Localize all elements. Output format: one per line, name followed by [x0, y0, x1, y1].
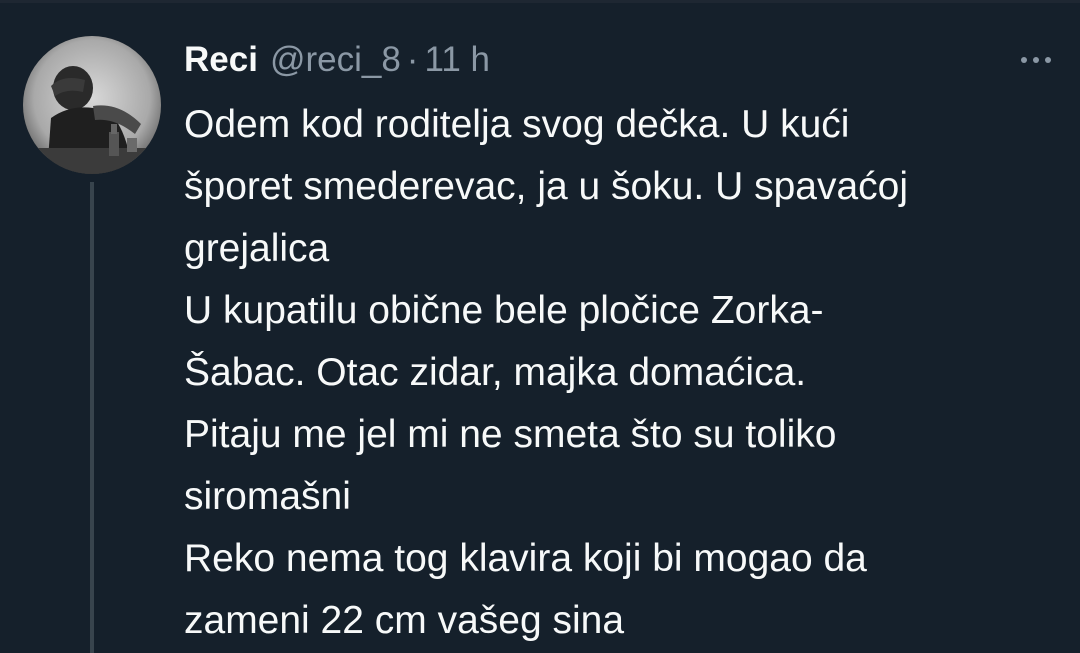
tweet-header: Reci @reci_8 · 11 h [184, 36, 490, 84]
tweet-screen: Reci @reci_8 · 11 h Odem kod roditelja s… [0, 0, 1080, 653]
avatar-photo [23, 36, 161, 174]
avatar[interactable] [23, 36, 161, 174]
tweet-text-line: Odem kod roditelja svog dečka. U kući [184, 103, 850, 146]
display-name[interactable]: Reci [184, 40, 258, 80]
tweet-text-line: Pitaju me jel mi ne smeta što su toliko [184, 413, 837, 456]
tweet-text-line: Šabac. Otac zidar, majka domaćica. [184, 351, 807, 394]
more-horizontal-icon [1021, 57, 1051, 63]
top-divider [0, 0, 1080, 3]
tweet-text: Odem kod roditelja svog dečka. U kući šp… [184, 94, 1064, 652]
thread-line [90, 182, 94, 653]
separator-dot: · [406, 40, 419, 79]
tweet-timestamp[interactable]: 11 h [424, 40, 490, 80]
tweet-text-line: siromašni [184, 475, 351, 518]
tweet-text-line: zameni 22 cm vašeg sina [184, 599, 625, 642]
user-handle[interactable]: @reci_8 [270, 40, 401, 80]
tweet-text-line: grejalica [184, 227, 330, 270]
tweet-text-line: U kupatilu obične bele pločice Zorka- [184, 289, 824, 332]
tweet-text-line: šporet smederevac, ja u šoku. U spavaćoj [184, 165, 909, 208]
tweet-text-line: Reko nema tog klavira koji bi mogao da [184, 537, 867, 580]
more-options-button[interactable] [1012, 42, 1060, 78]
